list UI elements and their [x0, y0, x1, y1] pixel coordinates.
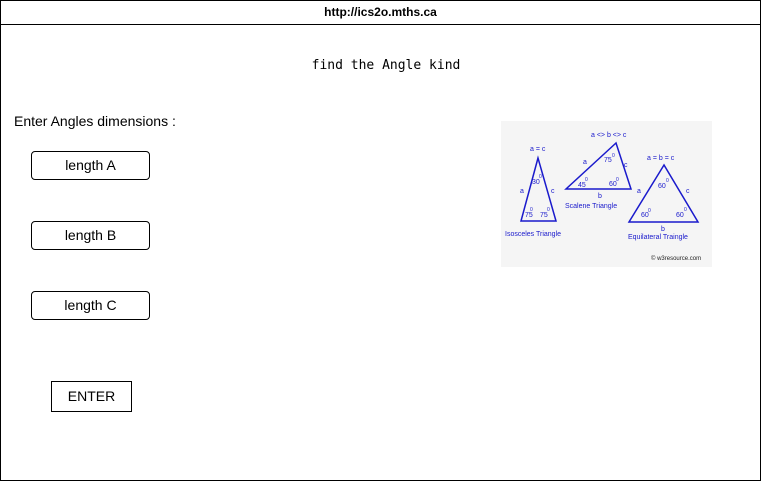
equilateral-caption: Equilateral Traingle — [628, 234, 688, 241]
triangle-types-diagram: a = c 30 75 75 a c Isosceles Triangle a … — [501, 121, 712, 267]
degree-mark: 0 — [666, 178, 669, 184]
length-b-input[interactable]: length B — [31, 221, 150, 250]
page-title: find the Angle kind — [311, 58, 461, 73]
isosceles-caption: Isosceles Triangle — [505, 231, 561, 238]
enter-button[interactable]: ENTER — [51, 381, 132, 412]
isosceles-right-angle: 75 — [540, 212, 548, 219]
scalene-side-c: c — [624, 162, 628, 169]
equilateral-condition: a = b = c — [647, 155, 675, 162]
degree-mark: 0 — [616, 177, 619, 183]
isosceles-side-c: c — [551, 188, 555, 195]
isosceles-left-angle: 75 — [525, 212, 533, 219]
equilateral-side-b: b — [661, 226, 665, 233]
isosceles-condition: a = c — [530, 146, 546, 153]
degree-mark: 0 — [612, 153, 615, 159]
isosceles-top-angle: 30 — [532, 179, 540, 186]
scalene-condition: a <> b <> c — [591, 132, 627, 139]
address-bar[interactable]: http://ics2o.mths.ca — [1, 1, 760, 25]
degree-mark: 0 — [530, 207, 533, 213]
scalene-left-angle: 45 — [578, 182, 586, 189]
equilateral-top-angle: 60 — [658, 183, 666, 190]
scalene-caption: Scalene Triangle — [565, 203, 617, 210]
degree-mark: 0 — [547, 207, 550, 213]
length-c-input[interactable]: length C — [31, 291, 150, 320]
dimensions-prompt: Enter Angles dimensions : — [14, 113, 176, 129]
isosceles-side-a: a — [520, 188, 524, 195]
equilateral-side-a: a — [637, 188, 641, 195]
scalene-top-angle: 75 — [604, 157, 612, 164]
equilateral-side-c: c — [686, 188, 690, 195]
degree-mark: 0 — [585, 177, 588, 183]
degree-mark: 0 — [539, 174, 542, 180]
browser-window: http://ics2o.mths.ca find the Angle kind… — [0, 0, 761, 481]
credit-text: © w3resource.com — [651, 255, 701, 262]
scalene-side-a: a — [583, 159, 587, 166]
degree-mark: 0 — [684, 207, 687, 213]
scalene-side-b: b — [598, 193, 602, 200]
equilateral-right-angle: 60 — [676, 212, 684, 219]
length-a-input[interactable]: length A — [31, 151, 150, 180]
scalene-triangle — [564, 141, 633, 190]
degree-mark: 0 — [648, 208, 651, 214]
